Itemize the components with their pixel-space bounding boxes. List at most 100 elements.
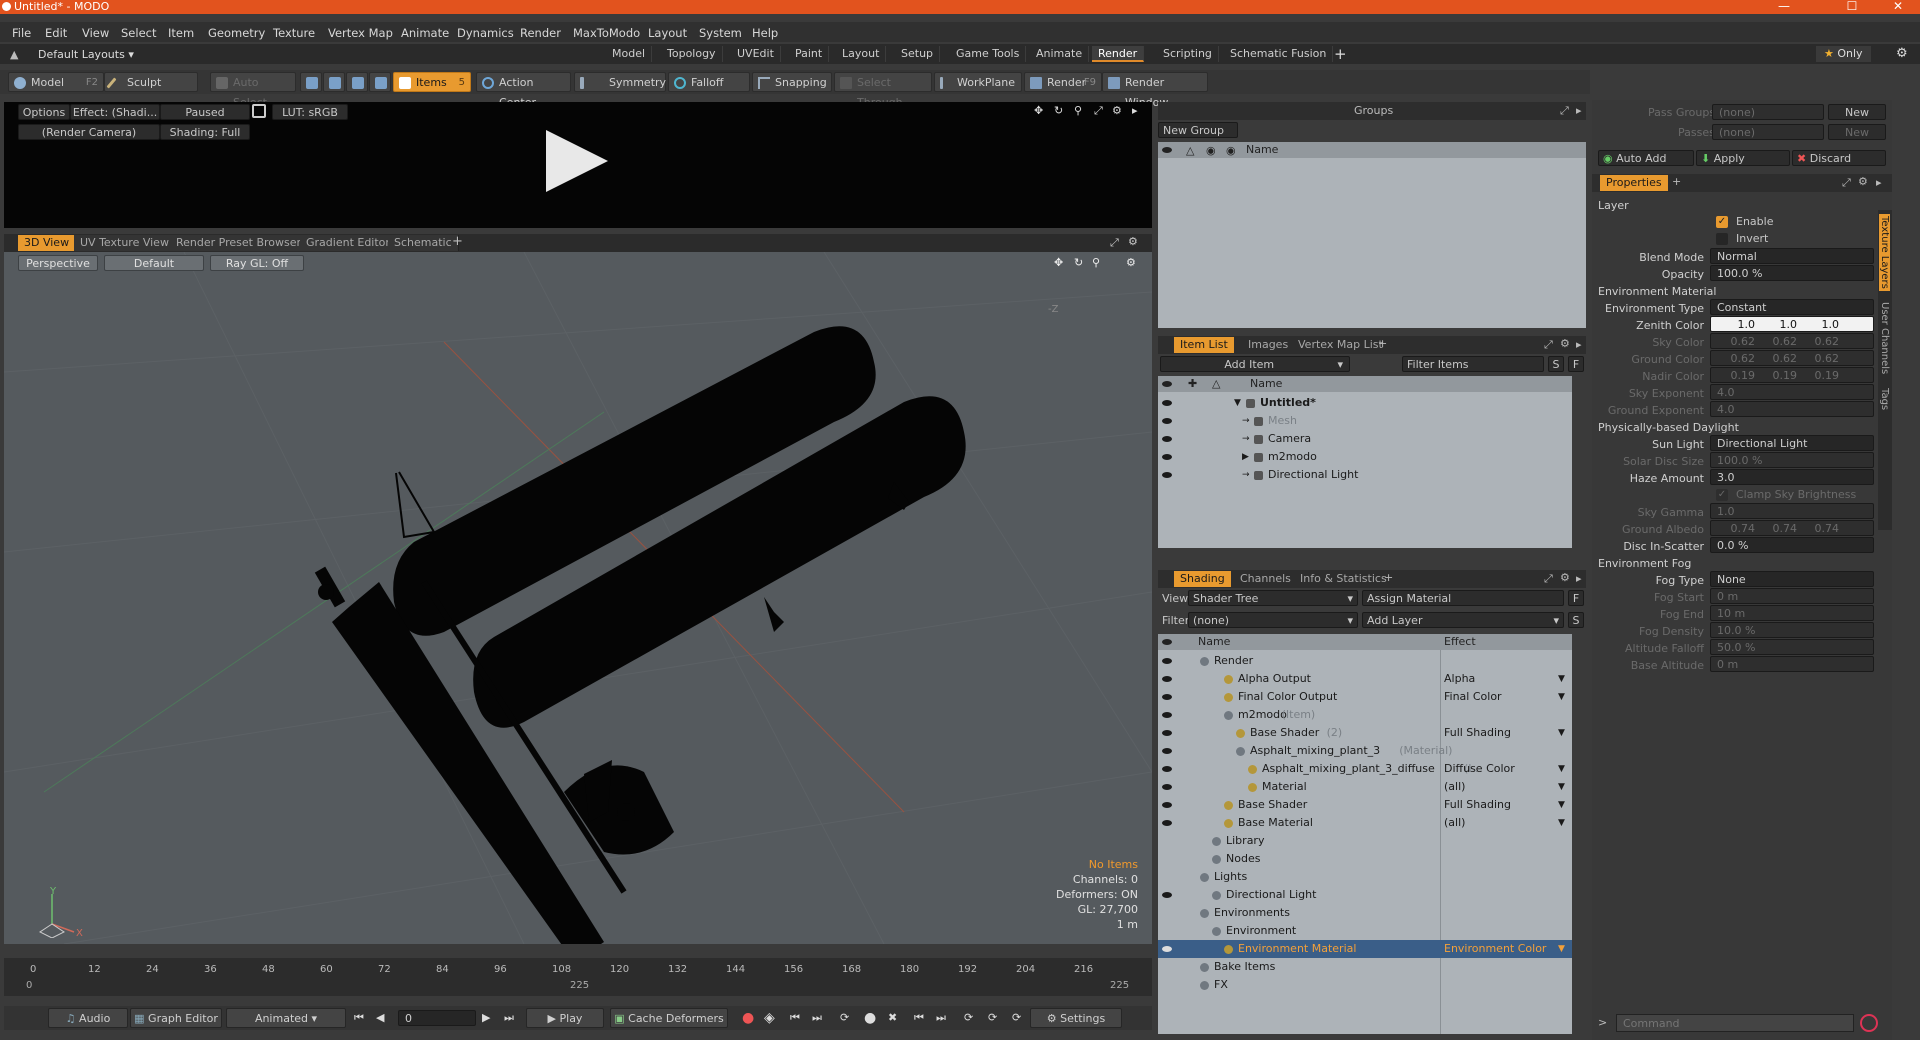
tab-model[interactable]: Model (606, 46, 653, 62)
fog-density-slider[interactable]: 10.0 % (1710, 622, 1874, 638)
sky-exponent-slider[interactable]: 4.0 (1710, 384, 1874, 400)
item-row[interactable]: → Directional Light (1158, 466, 1572, 484)
render-window-button[interactable]: Render Window (1102, 72, 1208, 109)
menu-edit[interactable]: Edit (45, 26, 67, 40)
lock-icon[interactable] (252, 104, 266, 118)
menu-maxtomodo[interactable]: MaxToModo (573, 26, 640, 40)
shading-more-icon[interactable]: ▸ (1576, 572, 1582, 585)
viewport-zoom-icon[interactable]: ⚲ (1092, 256, 1100, 269)
tab-info-statistics[interactable]: Info & Statistics (1294, 571, 1393, 587)
clear-key-icon[interactable]: ✖ (888, 1011, 897, 1024)
properties-gear-icon[interactable]: ⚙ (1858, 175, 1868, 188)
groups-list[interactable]: △ ◉ ◉ Name (1158, 142, 1586, 328)
effect-dropdown-icon[interactable]: ▼ (1558, 778, 1565, 796)
menu-animate[interactable]: Animate (401, 26, 449, 40)
visibility-eye-icon[interactable] (1162, 658, 1172, 664)
tab-paint[interactable]: Paint (789, 46, 830, 62)
close-button[interactable]: ✕ (1876, 0, 1920, 14)
environment-type-dropdown[interactable]: Constant (1710, 299, 1874, 315)
passes-new-button[interactable]: New (1828, 124, 1886, 140)
visibility-eye-icon[interactable] (1162, 676, 1172, 682)
view-gear-icon[interactable]: ⚙ (1128, 235, 1138, 248)
tab-channels[interactable]: Channels (1234, 571, 1297, 587)
assign-material-field[interactable]: Assign Material (1362, 590, 1564, 606)
raygl-dropdown[interactable]: Ray GL: Off (210, 255, 304, 271)
tab-item-list[interactable]: Item List (1174, 337, 1234, 353)
shader-row[interactable]: m2modo (Item) (1158, 706, 1572, 724)
render-camera-dropdown[interactable]: (Render Camera) (18, 124, 160, 140)
menu-layout[interactable]: Layout (648, 26, 687, 40)
layout-arrow-icon[interactable]: ▲ (10, 48, 18, 61)
shader-tree[interactable]: Name Effect Render Alpha Output Alpha ▼ Fina… (1158, 634, 1572, 1034)
effect-dropdown-icon[interactable]: ▼ (1558, 670, 1565, 688)
timeline[interactable]: 0 12 24 36 48 60 72 84 96 108 120 132 144 156 168 180 19… (4, 958, 1152, 996)
tab-uv-texture-view[interactable]: UV Texture View (74, 235, 176, 251)
tab-gradient-editor[interactable]: Gradient Editor (300, 235, 397, 251)
prev-key-icon[interactable]: ⏮ (790, 1011, 800, 1025)
disc-in-scatter-slider[interactable]: 0.0 % (1710, 537, 1874, 553)
pass-groups-new-button[interactable]: New (1828, 104, 1886, 120)
shader-row[interactable]: Final Color Output Final Color ▼ (1158, 688, 1572, 706)
link-arrow-icon[interactable]: → (1242, 412, 1250, 430)
default-layouts-dropdown[interactable]: Default Layouts ▾ (38, 48, 134, 61)
fog-type-dropdown[interactable]: None (1710, 571, 1874, 587)
motion-icon[interactable]: ⟳ (988, 1011, 997, 1024)
filter-dropdown[interactable]: (none) ▾ (1188, 612, 1358, 628)
play-button[interactable]: ▶ Play (526, 1008, 604, 1028)
shader-effect-dropdown[interactable]: Environment Color (1444, 940, 1546, 958)
add-tab-icon[interactable]: + (1334, 45, 1347, 63)
item-list-s-button[interactable]: S (1548, 356, 1564, 372)
play-render-icon[interactable] (542, 126, 612, 196)
workplane-button[interactable]: WorkPlane (934, 72, 1022, 92)
solar-disc-slider[interactable]: 100.0 % (1710, 452, 1874, 468)
sun-light-dropdown[interactable]: Directional Light (1710, 435, 1874, 451)
viewport-move-icon[interactable]: ✥ (1054, 256, 1063, 269)
loop-icon[interactable]: ⟳ (840, 1011, 849, 1024)
sky-color-field[interactable]: 0.62 0.62 0.62 (1710, 333, 1874, 349)
item-list-expand-icon[interactable]: ⤢ (1544, 338, 1553, 352)
add-layer-dropdown[interactable]: Add Layer ▾ (1362, 612, 1564, 628)
shader-row[interactable]: Environments (1158, 904, 1572, 922)
nadir-color-field[interactable]: 0.19 0.19 0.19 (1710, 367, 1874, 383)
shader-row[interactable]: Asphalt_mixing_plant_3_diffuse (I... Diffu… (1158, 760, 1572, 778)
link-arrow-icon[interactable]: ▶ (1242, 448, 1249, 466)
tab-uvedit[interactable]: UVEdit (731, 46, 781, 62)
tab-3d-view[interactable]: 3D View (18, 235, 77, 251)
sculpt-button[interactable]: Sculpt (104, 72, 198, 92)
materials-mode-button[interactable] (369, 72, 391, 92)
visibility-eye-icon[interactable] (1162, 454, 1172, 460)
shading-f-button[interactable]: F (1568, 590, 1584, 606)
step-back-icon[interactable]: ◀ (376, 1011, 384, 1024)
transform-icon[interactable]: ⟳ (964, 1011, 973, 1024)
model-mode-button[interactable]: Model F2 (8, 72, 104, 92)
add-shading-tab-icon[interactable]: + (1384, 571, 1393, 584)
filter-items-field[interactable]: Filter Items (1402, 356, 1544, 372)
apply-button[interactable]: ⬇ Apply (1696, 150, 1790, 166)
add-properties-tab-icon[interactable]: + (1672, 175, 1681, 188)
menu-render[interactable]: Render (520, 26, 561, 40)
visibility-eye-icon[interactable] (1162, 712, 1172, 718)
shader-row[interactable]: Lights (1158, 868, 1572, 886)
shader-row[interactable]: Material (all) ▼ (1158, 778, 1572, 796)
select-through-button[interactable]: Select Through (834, 72, 932, 109)
pass-groups-dropdown[interactable]: (none) (1712, 104, 1824, 120)
shader-row[interactable]: Environment Material Environment Color ▼ (1158, 940, 1572, 958)
fog-start-field[interactable]: 0 m (1710, 588, 1874, 604)
graph-editor-button[interactable]: ▦ Graph Editor (130, 1008, 222, 1028)
tab-schematic[interactable]: Schematic (388, 235, 459, 251)
menu-item[interactable]: Item (168, 26, 194, 40)
effect-dropdown-icon[interactable]: ▼ (1558, 796, 1565, 814)
shader-row[interactable]: Nodes (1158, 850, 1572, 868)
base-altitude-field[interactable]: 0 m (1710, 656, 1874, 672)
options-button[interactable]: Options (18, 104, 70, 120)
altitude-falloff-slider[interactable]: 50.0 % (1710, 639, 1874, 655)
visibility-eye-icon[interactable] (1162, 694, 1172, 700)
properties-more-icon[interactable]: ▸ (1876, 176, 1882, 189)
tab-render[interactable]: Render (1092, 46, 1145, 62)
enable-checkbox[interactable]: ✓ (1716, 216, 1728, 228)
next-frame-icon[interactable]: ⏭ (936, 1011, 946, 1025)
sky-gamma-slider[interactable]: 1.0 (1710, 503, 1874, 519)
new-group-button[interactable]: New Group (1158, 122, 1238, 138)
animated-dropdown[interactable]: Animated ▾ (226, 1008, 346, 1028)
polygons-mode-button[interactable] (346, 72, 368, 92)
